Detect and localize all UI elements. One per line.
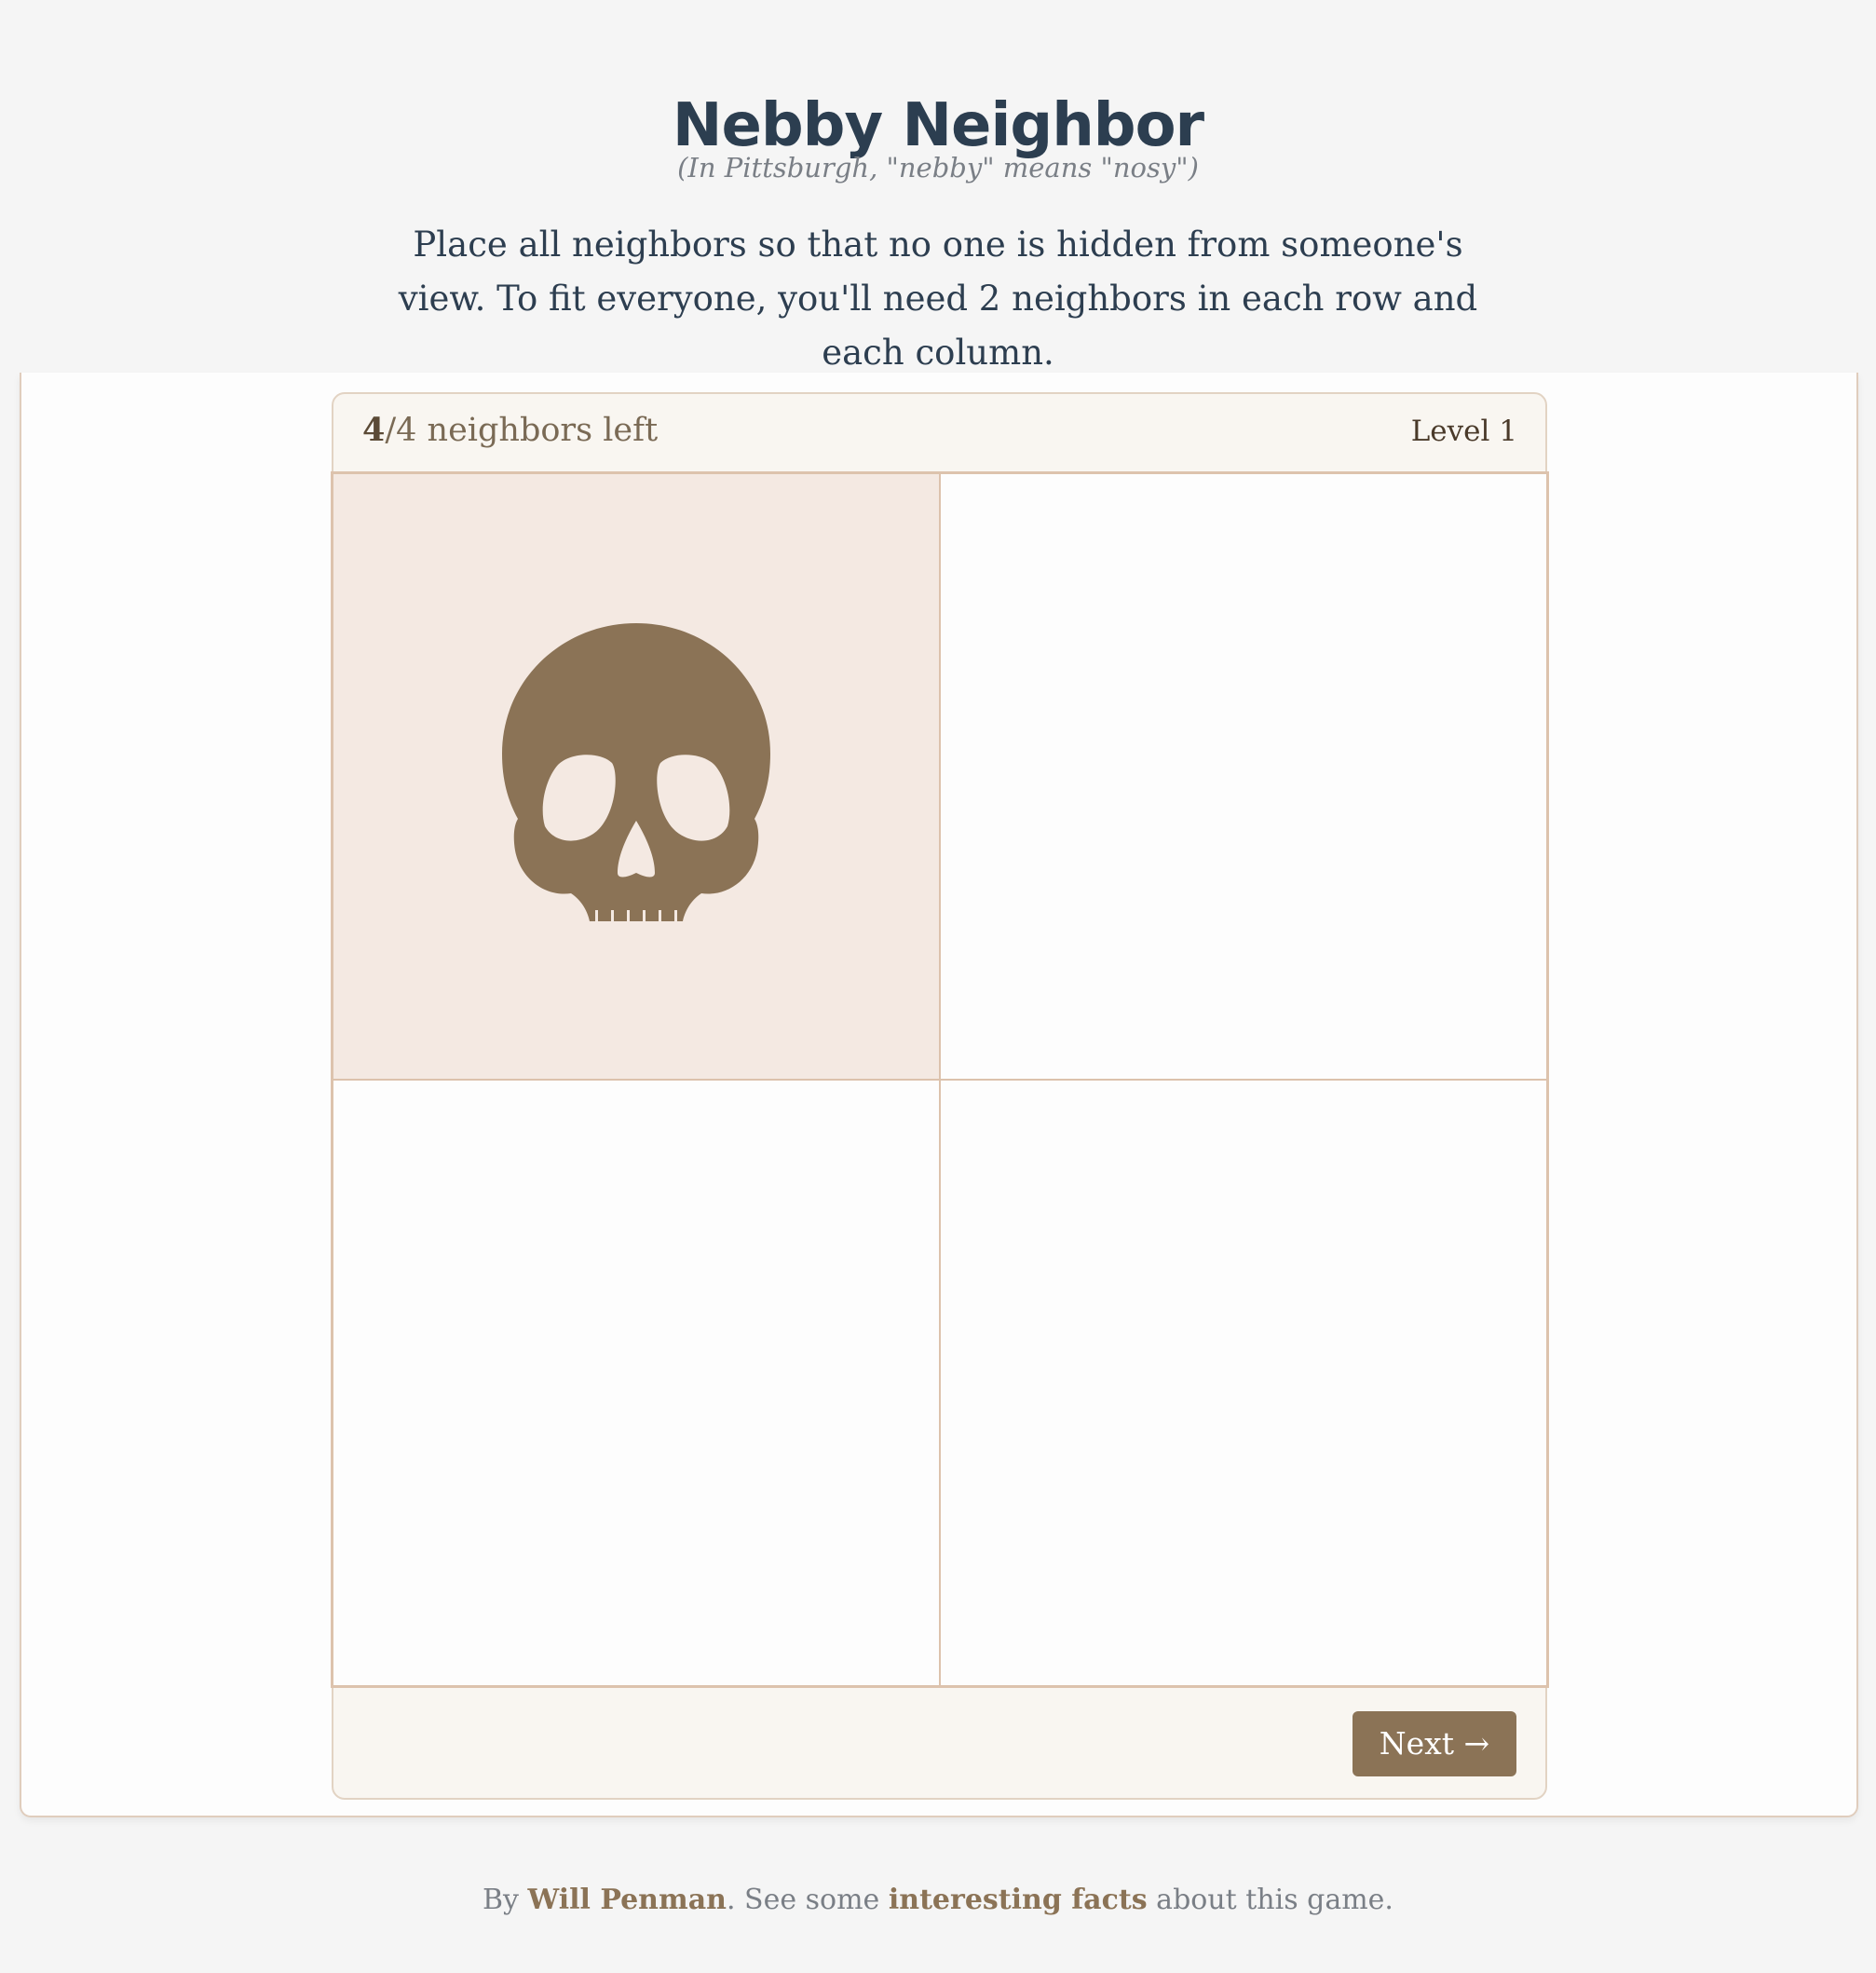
footer-suffix: about this game. (1147, 1884, 1393, 1916)
next-button[interactable]: Next → (1353, 1711, 1516, 1776)
game-board (331, 471, 1549, 1688)
board-cell-r2-c1[interactable] (333, 1080, 940, 1686)
board-cell-r1-c2[interactable] (940, 473, 1547, 1080)
level-indicator: Level 1 (1410, 415, 1517, 448)
instructions-text: Place all neighbors so that no one is hi… (398, 225, 1478, 373)
skull-icon (502, 622, 770, 923)
footer-prefix: By (483, 1884, 528, 1916)
neighbors-remaining-count: 4 (362, 411, 386, 449)
board-cell-r2-c2[interactable] (940, 1080, 1547, 1686)
neighbors-left-counter: 4/4 neighbors left (362, 406, 658, 455)
board-cell-r1-c1[interactable] (333, 473, 940, 1080)
author-link[interactable]: Will Penman (528, 1884, 727, 1916)
interesting-facts-link[interactable]: interesting facts (889, 1884, 1148, 1916)
footer: By Will Penman. See some interesting fac… (0, 1879, 1876, 1922)
page-subtitle: (In Pittsburgh, "nebby" means "nosy") (677, 152, 1199, 184)
neighbors-left-label: /4 neighbors left (385, 412, 659, 449)
footer-middle: . See some (726, 1884, 889, 1916)
